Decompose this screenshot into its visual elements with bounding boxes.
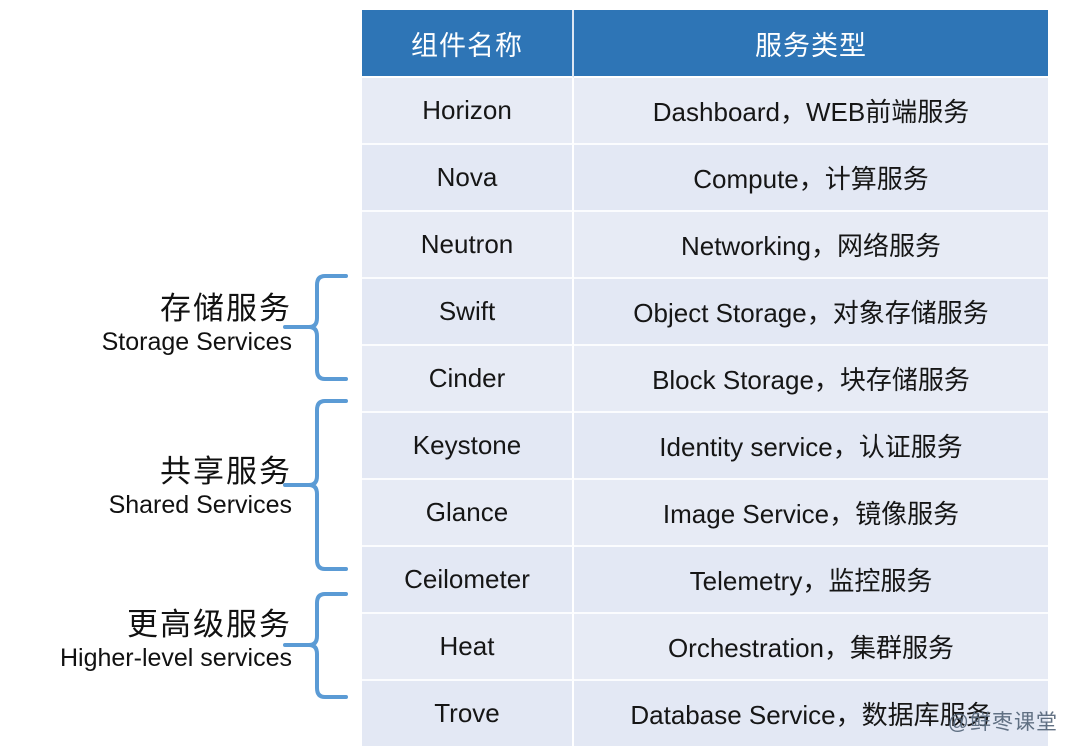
table-header: 组件名称 服务类型: [362, 10, 1048, 78]
table-row: Heat Orchestration，集群服务: [362, 614, 1048, 681]
table-row: Keystone Identity service，认证服务: [362, 413, 1048, 480]
cell-component-name: Keystone: [362, 413, 574, 480]
cell-service-type: Networking，网络服务: [574, 212, 1048, 279]
cell-component-name: Heat: [362, 614, 574, 681]
cell-service-type: Telemetry，监控服务: [574, 547, 1048, 614]
group-label-higher-en: Higher-level services: [59, 643, 292, 672]
cell-service-type: Dashboard，WEB前端服务: [574, 78, 1048, 145]
cell-service-type: Orchestration，集群服务: [574, 614, 1048, 681]
table-row: Trove Database Service，数据库服务: [362, 681, 1048, 746]
column-header-service-type: 服务类型: [574, 10, 1048, 78]
table-row: Nova Compute，计算服务: [362, 145, 1048, 212]
table-row: Glance Image Service，镜像服务: [362, 480, 1048, 547]
table-row: Neutron Networking，网络服务: [362, 212, 1048, 279]
cell-component-name: Swift: [362, 279, 574, 346]
group-label-shared-cn: 共享服务: [160, 454, 292, 489]
group-label-storage-en: Storage Services: [101, 327, 292, 356]
watermark: @鲜枣课堂: [947, 711, 1058, 734]
components-table: 组件名称 服务类型 Horizon Dashboard，WEB前端服务 Nova…: [362, 10, 1048, 746]
cell-component-name: Nova: [362, 145, 574, 212]
cell-service-type: Block Storage，块存储服务: [574, 346, 1048, 413]
group-label-storage-services: 存储服务 Storage Services: [20, 291, 292, 356]
column-header-component-name: 组件名称: [362, 10, 574, 78]
cell-service-type: Object Storage，对象存储服务: [574, 279, 1048, 346]
table-row: Cinder Block Storage，块存储服务: [362, 346, 1048, 413]
cell-service-type: Identity service，认证服务: [574, 413, 1048, 480]
table-header-row: 组件名称 服务类型: [362, 10, 1048, 78]
cell-component-name: Glance: [362, 480, 574, 547]
group-label-higher-cn: 更高级服务: [127, 607, 292, 642]
group-label-shared-services: 共享服务 Shared Services: [20, 454, 292, 519]
cell-component-name: Ceilometer: [362, 547, 574, 614]
cell-component-name: Neutron: [362, 212, 574, 279]
cell-service-type: Compute，计算服务: [574, 145, 1048, 212]
group-label-higher-level-services: 更高级服务 Higher-level services: [12, 607, 292, 672]
cell-service-type: Image Service，镜像服务: [574, 480, 1048, 547]
table-body: Horizon Dashboard，WEB前端服务 Nova Compute，计…: [362, 78, 1048, 746]
cell-component-name: Cinder: [362, 346, 574, 413]
table-row: Swift Object Storage，对象存储服务: [362, 279, 1048, 346]
table-row: Ceilometer Telemetry，监控服务: [362, 547, 1048, 614]
brace-higher-level-services: [283, 592, 348, 699]
cell-component-name: Trove: [362, 681, 574, 746]
group-label-shared-en: Shared Services: [108, 490, 292, 519]
brace-storage-services: [283, 274, 348, 381]
brace-shared-services: [283, 399, 348, 571]
table-row: Horizon Dashboard，WEB前端服务: [362, 78, 1048, 145]
cell-component-name: Horizon: [362, 78, 574, 145]
group-label-storage-cn: 存储服务: [160, 291, 292, 326]
components-table-container: 组件名称 服务类型 Horizon Dashboard，WEB前端服务 Nova…: [362, 10, 1048, 746]
